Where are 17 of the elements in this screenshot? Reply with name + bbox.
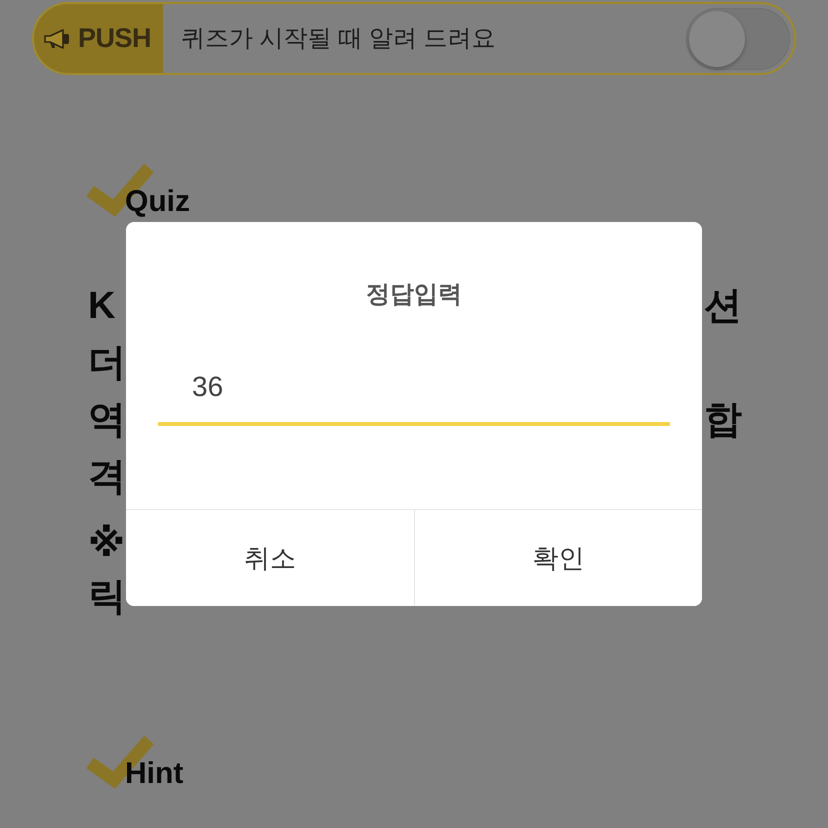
quiz-text: 션	[704, 286, 742, 324]
push-description: 퀴즈가 시작될 때 알려 드려요	[181, 24, 496, 54]
quiz-text: ※	[88, 524, 125, 562]
section-heading: Quiz	[125, 187, 190, 217]
quiz-text: 더	[88, 344, 126, 382]
megaphone-icon	[44, 28, 70, 48]
confirm-button[interactable]: 확인	[414, 510, 702, 606]
answer-field[interactable]: 36	[158, 352, 670, 426]
quiz-text: 격	[88, 458, 126, 496]
quiz-text: 릭	[88, 578, 126, 616]
quiz-text: K	[88, 286, 116, 324]
quiz-text: 합	[704, 400, 742, 438]
section-heading: Hint	[125, 759, 184, 789]
push-label: PUSH	[78, 25, 152, 52]
toggle-switch[interactable]	[686, 8, 790, 70]
quiz-text: 역	[88, 400, 126, 438]
dialog-title: 정답입력	[366, 280, 462, 310]
